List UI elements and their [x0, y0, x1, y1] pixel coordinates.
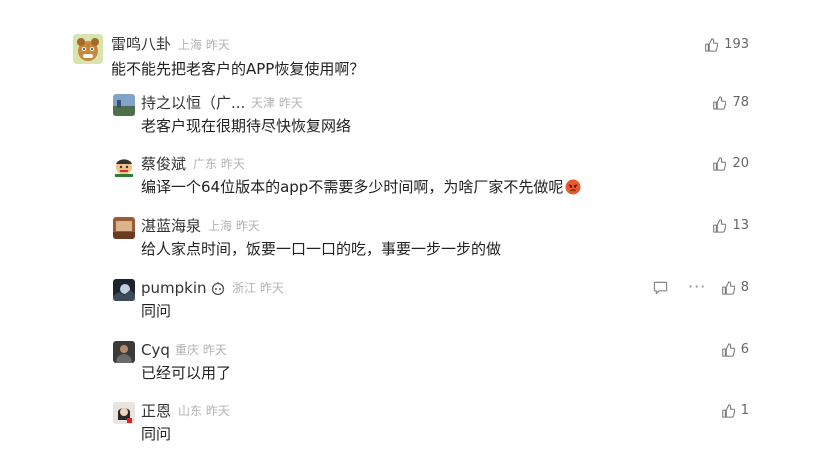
- like-button[interactable]: 13: [712, 216, 749, 236]
- comment-meta: 山东 昨天: [178, 404, 230, 418]
- reply-item: 持之以恒（广... 天津 昨天 老客户现在很期待尽快恢复网络 78: [0, 92, 815, 142]
- more-options-icon[interactable]: ···: [688, 277, 706, 296]
- landscape-avatar-icon: [113, 94, 135, 116]
- thumbs-up-icon: [713, 157, 727, 171]
- comment-text: 给人家点时间，饭要一口一口的吃，事要一步一步的做: [141, 240, 502, 258]
- comment-meta: 重庆 昨天: [175, 343, 227, 357]
- avatar[interactable]: [113, 279, 135, 301]
- thumbs-up-icon: [721, 404, 735, 418]
- username[interactable]: Cyq: [141, 340, 170, 360]
- comment-text: 老客户现在很期待尽快恢复网络: [141, 117, 352, 135]
- avatar[interactable]: [113, 217, 135, 239]
- thumbs-up-icon: [713, 219, 727, 233]
- avatar[interactable]: [113, 94, 135, 116]
- avatar[interactable]: [113, 341, 135, 363]
- reply-item: pumpkin 浙江 昨天 同问 ··· 8: [0, 277, 815, 327]
- username[interactable]: 正恩: [141, 401, 171, 421]
- person-photo-avatar-icon: [113, 341, 135, 363]
- comment-meta: 上海 昨天: [178, 38, 230, 52]
- girl-photo-avatar-icon: [113, 402, 135, 424]
- avatar[interactable]: [73, 34, 103, 64]
- comment-text: 同问: [141, 302, 172, 320]
- like-button[interactable]: 1: [721, 401, 749, 421]
- username[interactable]: 雷鸣八卦: [111, 34, 171, 54]
- comment-meta: 天津 昨天: [251, 96, 303, 110]
- comment-text: 同问: [141, 425, 172, 443]
- like-button[interactable]: 6: [721, 340, 749, 360]
- robot-badge-icon: [211, 282, 224, 295]
- reply-icon[interactable]: [653, 281, 668, 295]
- username[interactable]: pumpkin: [141, 278, 225, 298]
- like-button[interactable]: 78: [712, 93, 749, 113]
- comment-text: 编译一个64位版本的app不需要多少时间啊，为啥厂家不先做呢: [141, 176, 581, 198]
- like-count: 20: [732, 156, 749, 171]
- comment-meta: 上海 昨天: [208, 219, 260, 233]
- photo-avatar-icon: [113, 217, 135, 239]
- thumbs-up-icon: [721, 343, 735, 357]
- thumbs-up-icon: [705, 38, 719, 52]
- like-button[interactable]: 193: [704, 35, 749, 55]
- angry-emoji-icon: [565, 179, 581, 195]
- username[interactable]: 持之以恒（广...: [141, 93, 245, 113]
- cartoon-bear-avatar-icon: [73, 34, 103, 64]
- reply-item: 湛蓝海泉 上海 昨天 给人家点时间，饭要一口一口的吃，事要一步一步的做 13: [0, 215, 815, 265]
- like-button[interactable]: 20: [712, 154, 749, 174]
- avatar[interactable]: [113, 402, 135, 424]
- reply-item: 正恩 山东 昨天 同问 1: [0, 400, 815, 450]
- reply-item: 蔡俊斌 广东 昨天 编译一个64位版本的app不需要多少时间啊，为啥厂家不先做呢…: [0, 153, 815, 203]
- cartoon-face-avatar-icon: [113, 155, 135, 177]
- like-count: 1: [740, 403, 749, 418]
- like-count: 13: [732, 218, 749, 233]
- comment-meta: 浙江 昨天: [232, 281, 284, 295]
- username[interactable]: 湛蓝海泉: [141, 216, 201, 236]
- comment-text: 能不能先把老客户的APP恢复使用啊？: [111, 60, 365, 78]
- comment-meta: 广东 昨天: [193, 157, 245, 171]
- night-scene-avatar-icon: [113, 279, 135, 301]
- thumbs-up-icon: [721, 281, 735, 295]
- username[interactable]: 蔡俊斌: [141, 154, 186, 174]
- like-count: 8: [740, 280, 749, 295]
- avatar[interactable]: [113, 155, 135, 177]
- comment-top: 雷鸣八卦 上海 昨天 能不能先把老客户的APP恢复使用啊？ 193: [0, 32, 815, 82]
- reply-item: Cyq 重庆 昨天 已经可以用了 6: [0, 339, 815, 389]
- comment-text: 已经可以用了: [141, 364, 232, 382]
- like-count: 193: [724, 37, 749, 52]
- like-count: 6: [740, 342, 749, 357]
- thumbs-up-icon: [713, 96, 727, 110]
- like-count: 78: [732, 95, 749, 110]
- like-button[interactable]: 8: [721, 278, 749, 298]
